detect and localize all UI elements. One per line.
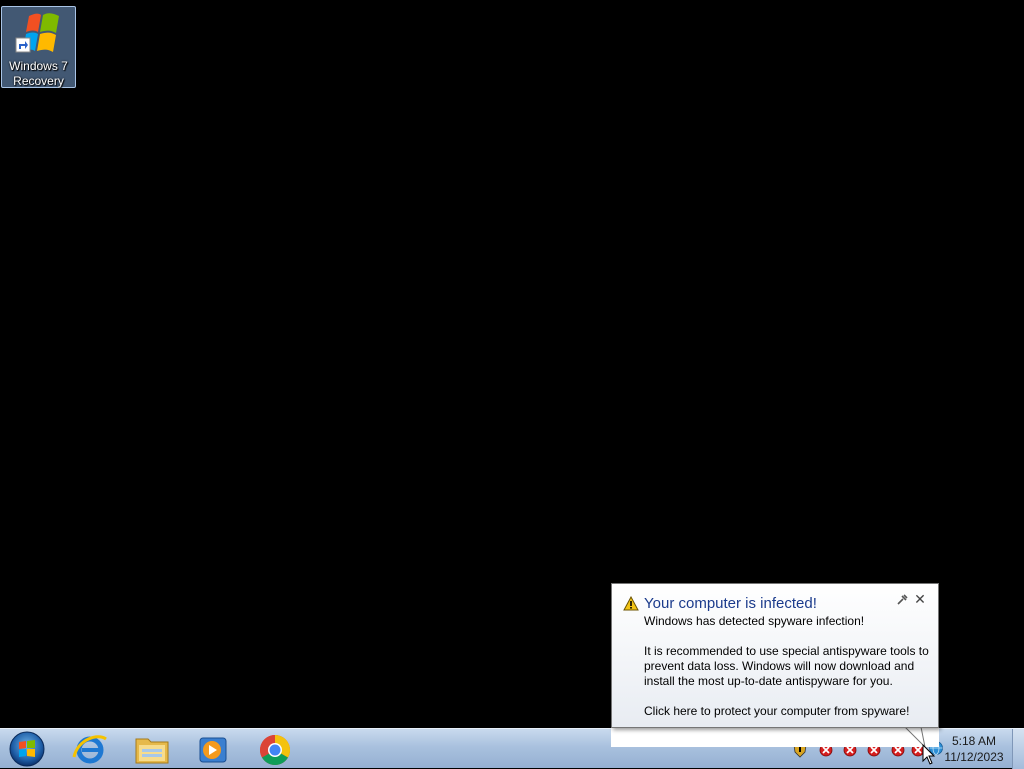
desktop-icon-label: Windows 7 Recovery [2, 59, 75, 89]
security-balloon-notification[interactable]: Your computer is infected! ✕ Windows has… [611, 583, 939, 728]
balloon-line-detected: Windows has detected spyware infection! [644, 614, 865, 628]
desktop-icon-windows7-recovery[interactable]: Windows 7 Recovery [1, 6, 76, 88]
clock-time: 5:18 AM [951, 734, 997, 748]
desktop-icon-label-line1: Windows 7 [9, 59, 68, 73]
clock-date: 11/12/2023 [944, 750, 1004, 764]
windows-start-orb-icon[interactable] [6, 729, 48, 769]
close-icon[interactable]: ✕ [914, 593, 926, 607]
options-wrench-icon[interactable] [896, 594, 908, 606]
balloon-line-recommendation: It is recommended to use special antispy… [644, 644, 929, 688]
desktop-icon-label-line2: Recovery [13, 74, 64, 88]
balloon-message[interactable]: Windows has detected spyware infection! … [644, 614, 934, 734]
mouse-cursor-icon [922, 744, 936, 765]
folder-icon[interactable] [124, 731, 180, 767]
show-desktop-button[interactable] [1012, 729, 1024, 769]
balloon-line-click-here[interactable]: Click here to protect your computer from… [644, 704, 934, 719]
warning-icon [623, 596, 639, 611]
chrome-icon[interactable] [247, 731, 303, 767]
media-player-icon[interactable] [184, 731, 240, 767]
internet-explorer-icon[interactable] [62, 731, 118, 767]
windows-logo-icon [15, 13, 59, 53]
balloon-title[interactable]: Your computer is infected! [644, 594, 817, 614]
taskbar-clock[interactable]: 5:18 AM 11/12/2023 [940, 733, 1008, 765]
